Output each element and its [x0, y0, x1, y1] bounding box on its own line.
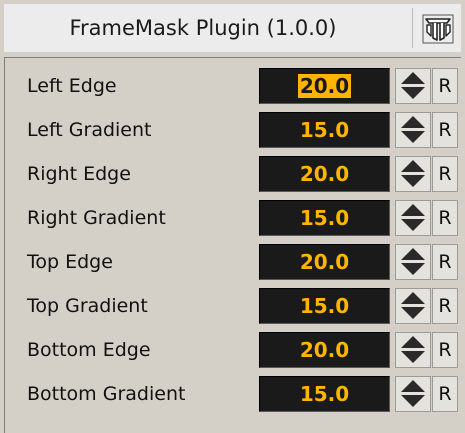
parameter-row: Left Gradient 15.0 R: [5, 108, 462, 152]
plugin-header: FrameMask Plugin (1.0.0): [4, 4, 461, 52]
plugin-panel: FrameMask Plugin (1.0.0) Left Edge 20.0 R L…: [0, 0, 465, 433]
parameter-value: 15.0: [299, 118, 350, 142]
parameter-label: Bottom Edge: [27, 339, 151, 361]
parameter-value: 20.0: [299, 162, 350, 186]
parameter-value-field[interactable]: 15.0: [259, 376, 390, 412]
parameter-label: Right Gradient: [27, 207, 166, 229]
plugin-info-icon[interactable]: [422, 14, 454, 44]
arrow-up-icon[interactable]: [399, 114, 427, 129]
reset-button[interactable]: R: [432, 200, 458, 236]
reset-button[interactable]: R: [432, 112, 458, 148]
parameter-row: Left Edge 20.0 R: [5, 64, 462, 108]
arrow-down-icon[interactable]: [399, 394, 427, 409]
value-stepper[interactable]: [395, 288, 431, 324]
value-stepper[interactable]: [395, 244, 431, 280]
parameter-value-field[interactable]: 15.0: [259, 288, 390, 324]
plugin-title: FrameMask Plugin (1.0.0): [69, 16, 337, 40]
parameter-value: 20.0: [297, 74, 352, 98]
parameter-value: 15.0: [299, 206, 350, 230]
parameter-value-field[interactable]: 20.0: [259, 156, 390, 192]
parameter-label: Right Edge: [27, 163, 131, 185]
parameter-label: Top Gradient: [27, 295, 148, 317]
value-stepper[interactable]: [395, 200, 431, 236]
parameter-value: 15.0: [299, 294, 350, 318]
parameter-row: Top Gradient 15.0 R: [5, 284, 462, 328]
parameter-value-field[interactable]: 15.0: [259, 112, 390, 148]
parameter-value: 20.0: [299, 250, 350, 274]
value-stepper[interactable]: [395, 156, 431, 192]
value-stepper[interactable]: [395, 376, 431, 412]
parameter-row: Bottom Gradient 15.0 R: [5, 372, 462, 416]
arrow-down-icon[interactable]: [399, 262, 427, 277]
parameter-row: Bottom Edge 20.0 R: [5, 328, 462, 372]
value-stepper[interactable]: [395, 68, 431, 104]
parameter-label: Bottom Gradient: [27, 383, 186, 405]
value-stepper[interactable]: [395, 332, 431, 368]
parameter-label: Left Edge: [27, 75, 117, 97]
arrow-down-icon[interactable]: [399, 86, 427, 101]
arrow-up-icon[interactable]: [399, 290, 427, 305]
arrow-up-icon[interactable]: [399, 202, 427, 217]
reset-button[interactable]: R: [432, 288, 458, 324]
parameter-label: Left Gradient: [27, 119, 152, 141]
reset-button[interactable]: R: [432, 376, 458, 412]
parameters-list: Left Edge 20.0 R Left Gradient 15.0 R Right Ed…: [4, 57, 461, 433]
arrow-down-icon[interactable]: [399, 218, 427, 233]
header-divider: [412, 8, 413, 48]
reset-button[interactable]: R: [432, 244, 458, 280]
reset-button[interactable]: R: [432, 156, 458, 192]
arrow-down-icon[interactable]: [399, 174, 427, 189]
parameter-label: Top Edge: [27, 251, 113, 273]
arrow-up-icon[interactable]: [399, 158, 427, 173]
parameter-value-field[interactable]: 15.0: [259, 200, 390, 236]
reset-button[interactable]: R: [432, 68, 458, 104]
arrow-up-icon[interactable]: [399, 334, 427, 349]
parameter-value: 15.0: [299, 382, 350, 406]
parameter-row: Right Gradient 15.0 R: [5, 196, 462, 240]
parameter-value-field[interactable]: 20.0: [259, 68, 390, 104]
arrow-up-icon[interactable]: [399, 70, 427, 85]
arrow-up-icon[interactable]: [399, 246, 427, 261]
parameter-value-field[interactable]: 20.0: [259, 332, 390, 368]
arrow-down-icon[interactable]: [399, 306, 427, 321]
value-stepper[interactable]: [395, 112, 431, 148]
arrow-down-icon[interactable]: [399, 350, 427, 365]
parameter-row: Right Edge 20.0 R: [5, 152, 462, 196]
arrow-up-icon[interactable]: [399, 378, 427, 393]
parameter-row: Top Edge 20.0 R: [5, 240, 462, 284]
arrow-down-icon[interactable]: [399, 130, 427, 145]
reset-button[interactable]: R: [432, 332, 458, 368]
parameter-value: 20.0: [299, 338, 350, 362]
parameter-value-field[interactable]: 20.0: [259, 244, 390, 280]
